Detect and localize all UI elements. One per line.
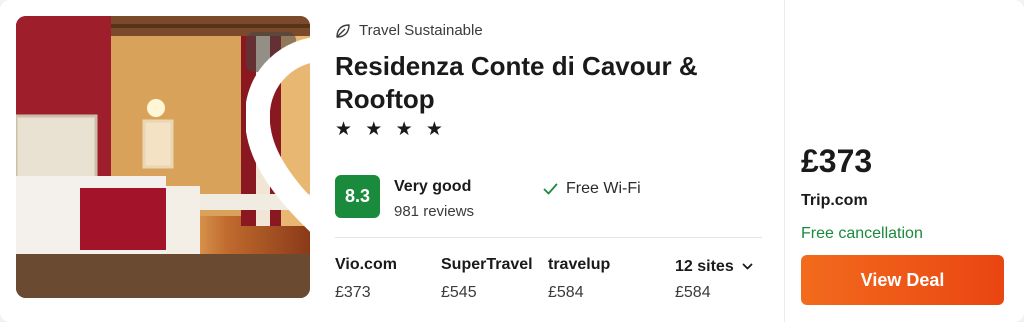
more-sites-label: 12 sites bbox=[675, 258, 734, 275]
amenity-label: Free Wi-Fi bbox=[566, 180, 641, 197]
chevron-down-icon bbox=[742, 263, 753, 270]
rating-score-badge: 8.3 bbox=[335, 175, 380, 218]
site-name: travelup bbox=[548, 256, 611, 273]
deal-provider: Trip.com bbox=[801, 192, 868, 209]
price-option-vio[interactable]: Vio.com £373 bbox=[335, 256, 397, 302]
review-count[interactable]: 981 reviews bbox=[394, 203, 474, 220]
check-icon bbox=[543, 183, 558, 195]
hotel-photo[interactable] bbox=[16, 16, 310, 298]
divider bbox=[335, 237, 762, 238]
star-rating: ★ ★ ★ ★ bbox=[335, 119, 447, 140]
site-price: £584 bbox=[548, 284, 584, 301]
price-option-supertravel[interactable]: SuperTravel £545 bbox=[441, 256, 533, 302]
hotel-result-card: Travel Sustainable Residenza Conte di Ca… bbox=[0, 0, 1024, 322]
free-cancellation-label: Free cancellation bbox=[801, 225, 923, 242]
amenity-free-wifi: Free Wi-Fi bbox=[543, 180, 641, 198]
heart-icon bbox=[246, 37, 310, 232]
price-option-travelup[interactable]: travelup £584 bbox=[548, 256, 610, 302]
site-price: £373 bbox=[335, 284, 371, 301]
favorite-button[interactable] bbox=[246, 32, 310, 232]
rating-label: Very good bbox=[394, 178, 472, 195]
more-sites-dropdown[interactable]: 12 sites £584 bbox=[675, 256, 753, 302]
view-deal-button[interactable]: View Deal bbox=[801, 255, 1004, 305]
best-price: £373 bbox=[801, 143, 873, 179]
more-sites-label-row: 12 sites bbox=[675, 256, 753, 278]
more-sites-price: £584 bbox=[675, 284, 711, 301]
travel-sustainable-badge: Travel Sustainable bbox=[335, 22, 483, 39]
site-name: Vio.com bbox=[335, 256, 397, 273]
column-divider bbox=[784, 0, 785, 322]
site-name: SuperTravel bbox=[441, 256, 533, 273]
hotel-name[interactable]: Residenza Conte di Cavour & Rooftop bbox=[335, 50, 765, 116]
travel-sustainable-label: Travel Sustainable bbox=[359, 22, 483, 39]
site-price: £545 bbox=[441, 284, 477, 301]
leaf-icon bbox=[336, 23, 350, 38]
